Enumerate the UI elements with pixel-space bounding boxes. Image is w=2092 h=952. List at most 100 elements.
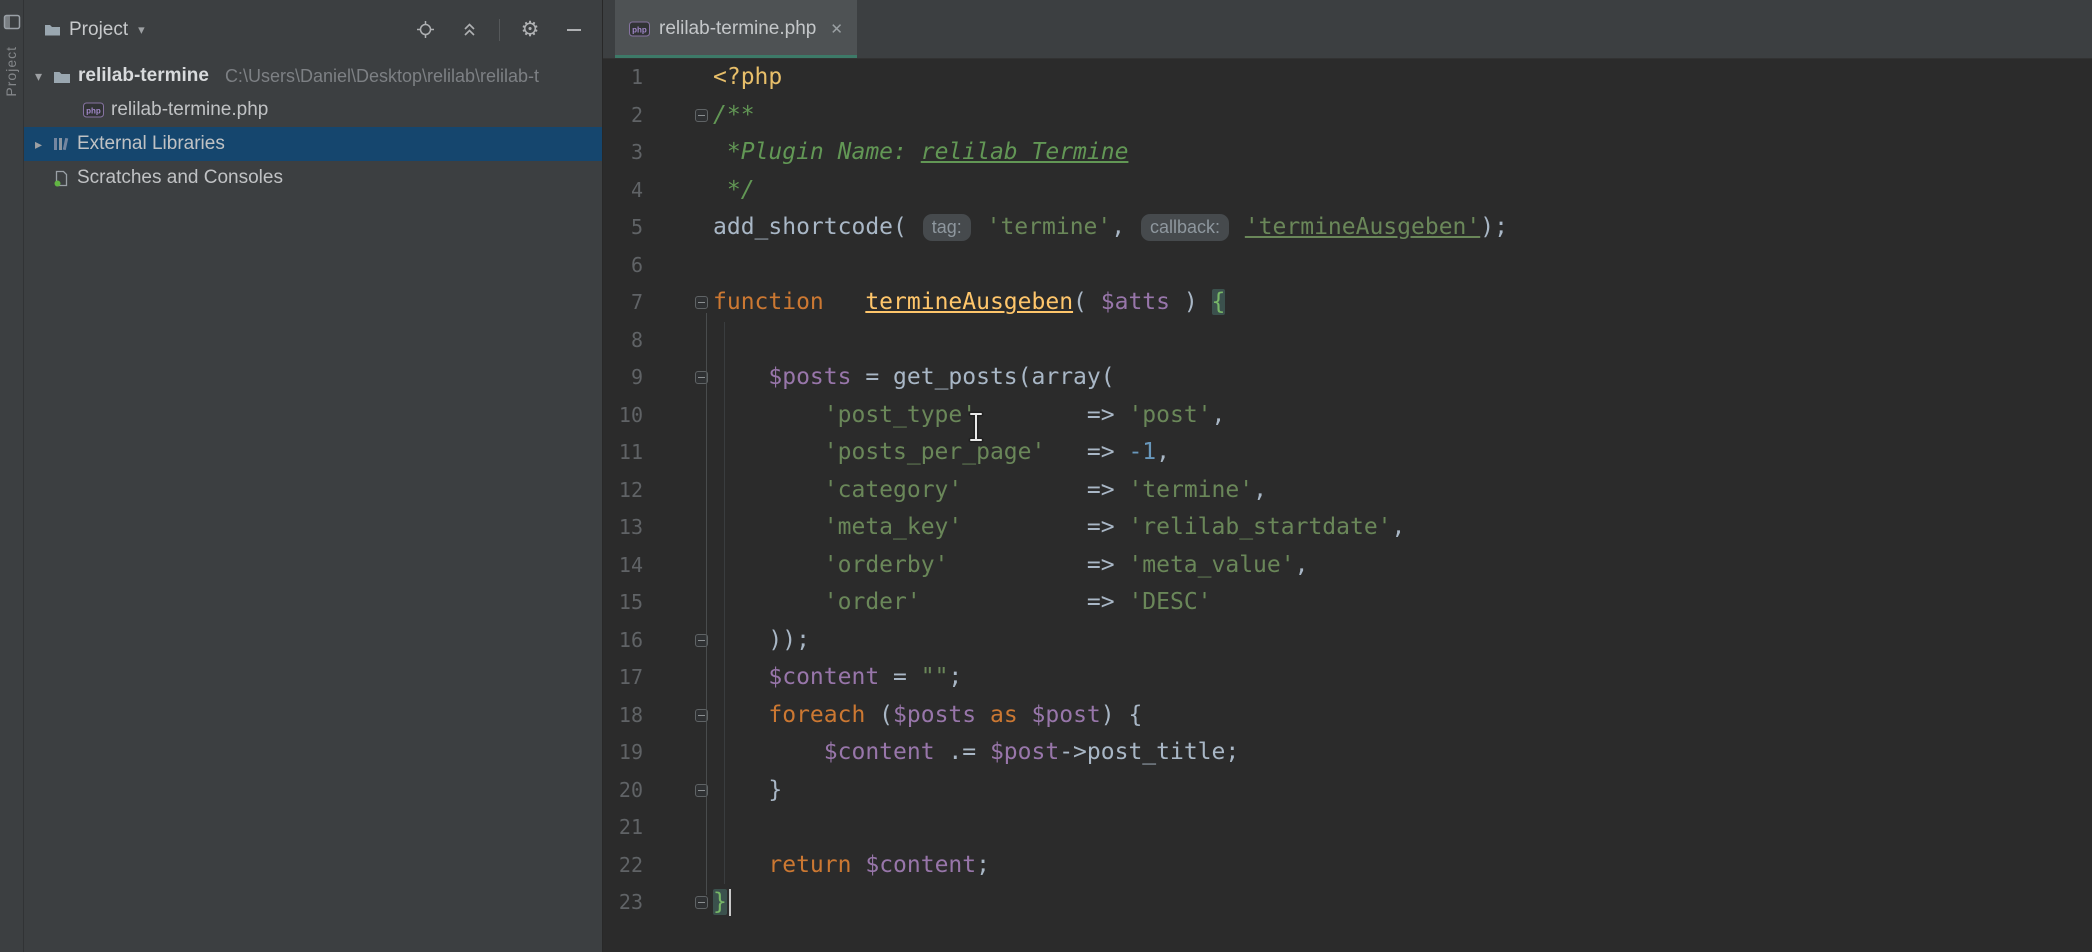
code-line[interactable]: 5add_shortcode( tag: 'termine', callback… — [603, 209, 2092, 247]
line-number[interactable]: 9 — [603, 359, 643, 397]
project-tool-window-icon[interactable] — [3, 13, 21, 31]
code-token — [713, 664, 768, 690]
line-number[interactable]: 6 — [603, 247, 643, 285]
line-number[interactable]: 5 — [603, 209, 643, 247]
line-number[interactable]: 23 — [603, 884, 643, 922]
line-number[interactable]: 21 — [603, 809, 643, 847]
code-token: 'termine' — [987, 214, 1112, 240]
line-number[interactable]: 8 — [603, 322, 643, 360]
code-token: termineAusgeben — [865, 289, 1073, 315]
project-folder-icon — [44, 22, 61, 37]
chevron-down-icon[interactable]: ▾ — [31, 68, 46, 85]
tree-item-php-file[interactable]: php relilab-termine.php — [24, 93, 602, 127]
code-line[interactable]: 8 — [603, 322, 2092, 360]
code-line[interactable]: 3 *Plugin Name: relilab Termine — [603, 134, 2092, 172]
code-token — [713, 739, 824, 765]
code-line[interactable]: 7function termineAusgeben( $atts ) { — [603, 284, 2092, 322]
line-number[interactable]: 11 — [603, 434, 643, 472]
fold-marker-icon[interactable] — [695, 784, 708, 797]
code-token: 'post_type' — [824, 402, 976, 428]
code-token: 'meta_value' — [1128, 552, 1294, 578]
fold-marker-icon[interactable] — [695, 371, 708, 384]
tree-item-project-root[interactable]: ▾ relilab-termine C:\Users\Daniel\Deskto… — [24, 59, 602, 93]
code-line[interactable]: 21 — [603, 809, 2092, 847]
code-token — [713, 364, 768, 390]
line-number[interactable]: 7 — [603, 284, 643, 322]
collapse-all-icon[interactable] — [459, 20, 479, 40]
line-number[interactable]: 20 — [603, 772, 643, 810]
code-line[interactable]: 13 'meta_key' => 'relilab_startdate', — [603, 509, 2092, 547]
code-line[interactable]: 16 )); — [603, 622, 2092, 660]
code-token: 'termineAusgeben' — [1245, 214, 1480, 240]
code-line[interactable]: 17 $content = ""; — [603, 659, 2092, 697]
fold-marker-icon[interactable] — [695, 709, 708, 722]
code-token: callback: — [1141, 214, 1229, 241]
code-line[interactable]: 20 } — [603, 772, 2092, 810]
code-line[interactable]: 14 'orderby' => 'meta_value', — [603, 547, 2092, 585]
project-panel-title[interactable]: Project — [69, 19, 128, 41]
code-token: ; — [976, 852, 990, 878]
line-number[interactable]: 12 — [603, 472, 643, 510]
tool-window-bar-label: Project — [3, 46, 19, 97]
fold-marker-icon[interactable] — [695, 896, 708, 909]
code-line[interactable]: 11 'posts_per_page' => -1, — [603, 434, 2092, 472]
code-token — [1018, 702, 1032, 728]
code-line[interactable]: 10 'post_type' => 'post', — [603, 397, 2092, 435]
line-number[interactable]: 4 — [603, 172, 643, 210]
code-line[interactable]: 2 /** — [603, 97, 2092, 135]
code-line[interactable]: 19 $content .= $post->post_title; — [603, 734, 2092, 772]
code-token: /** — [713, 102, 755, 128]
code-token — [713, 552, 824, 578]
line-number[interactable]: 18 — [603, 697, 643, 735]
code-line[interactable]: 18 foreach ($posts as $post) { — [603, 697, 2092, 735]
code-line[interactable]: 6 — [603, 247, 2092, 285]
line-number[interactable]: 22 — [603, 847, 643, 885]
code-line[interactable]: 9 $posts = get_posts(array( — [603, 359, 2092, 397]
close-icon[interactable]: ✕ — [830, 20, 843, 38]
line-number[interactable]: 14 — [603, 547, 643, 585]
line-number[interactable]: 10 — [603, 397, 643, 435]
chevron-right-icon[interactable]: ▸ — [31, 136, 46, 153]
code-token: <?php — [713, 64, 782, 90]
code-token — [824, 289, 866, 315]
line-number[interactable]: 13 — [603, 509, 643, 547]
fold-marker-icon[interactable] — [695, 634, 708, 647]
line-number[interactable]: 16 — [603, 622, 643, 660]
fold-marker-icon[interactable] — [695, 109, 708, 122]
line-number[interactable]: 2 — [603, 97, 643, 135]
line-number[interactable]: 19 — [603, 734, 643, 772]
settings-gear-icon[interactable]: ⚙ — [520, 20, 540, 40]
code-line[interactable]: 12 'category' => 'termine', — [603, 472, 2092, 510]
tree-item-external-libraries[interactable]: ▸ External Libraries — [24, 127, 602, 161]
tab-label: relilab-termine.php — [659, 18, 816, 40]
code-line[interactable]: 15 'order' => 'DESC' — [603, 584, 2092, 622]
code-token: = get_posts(array( — [851, 364, 1114, 390]
code-token: $posts — [893, 702, 976, 728]
locate-file-icon[interactable] — [415, 20, 435, 40]
code-line[interactable]: 23} — [603, 884, 2092, 922]
code-token: => — [962, 477, 1128, 503]
line-number[interactable]: 17 — [603, 659, 643, 697]
php-file-icon: php — [629, 21, 650, 37]
editor-area: php relilab-termine.php ✕ 1 <?php 2 /** 3 *P… — [603, 0, 2092, 952]
fold-marker-icon[interactable] — [695, 296, 708, 309]
code-line[interactable]: 1 <?php — [603, 59, 2092, 97]
hide-panel-icon[interactable] — [564, 20, 584, 40]
code-token: 'order' — [824, 589, 921, 615]
line-number[interactable]: 1 — [603, 59, 643, 97]
code-token — [713, 439, 824, 465]
code-line[interactable]: 22 return $content; — [603, 847, 2092, 885]
code-token: , — [1253, 477, 1267, 503]
code-line[interactable]: 4 */ — [603, 172, 2092, 210]
code-token: ( — [1073, 289, 1101, 315]
code-token: .= — [935, 739, 990, 765]
code-editor[interactable]: 1 <?php 2 /** 3 *Plugin Name: relilab Termin… — [603, 59, 2092, 952]
code-token: $post — [990, 739, 1059, 765]
code-token: = — [879, 664, 921, 690]
chevron-down-icon[interactable]: ▾ — [138, 22, 145, 38]
tree-item-scratches[interactable]: Scratches and Consoles — [24, 161, 602, 195]
line-number[interactable]: 3 — [603, 134, 643, 172]
tab-relilab-termine-php[interactable]: php relilab-termine.php ✕ — [615, 0, 857, 58]
line-number[interactable]: 15 — [603, 584, 643, 622]
code-token: $content — [768, 664, 879, 690]
